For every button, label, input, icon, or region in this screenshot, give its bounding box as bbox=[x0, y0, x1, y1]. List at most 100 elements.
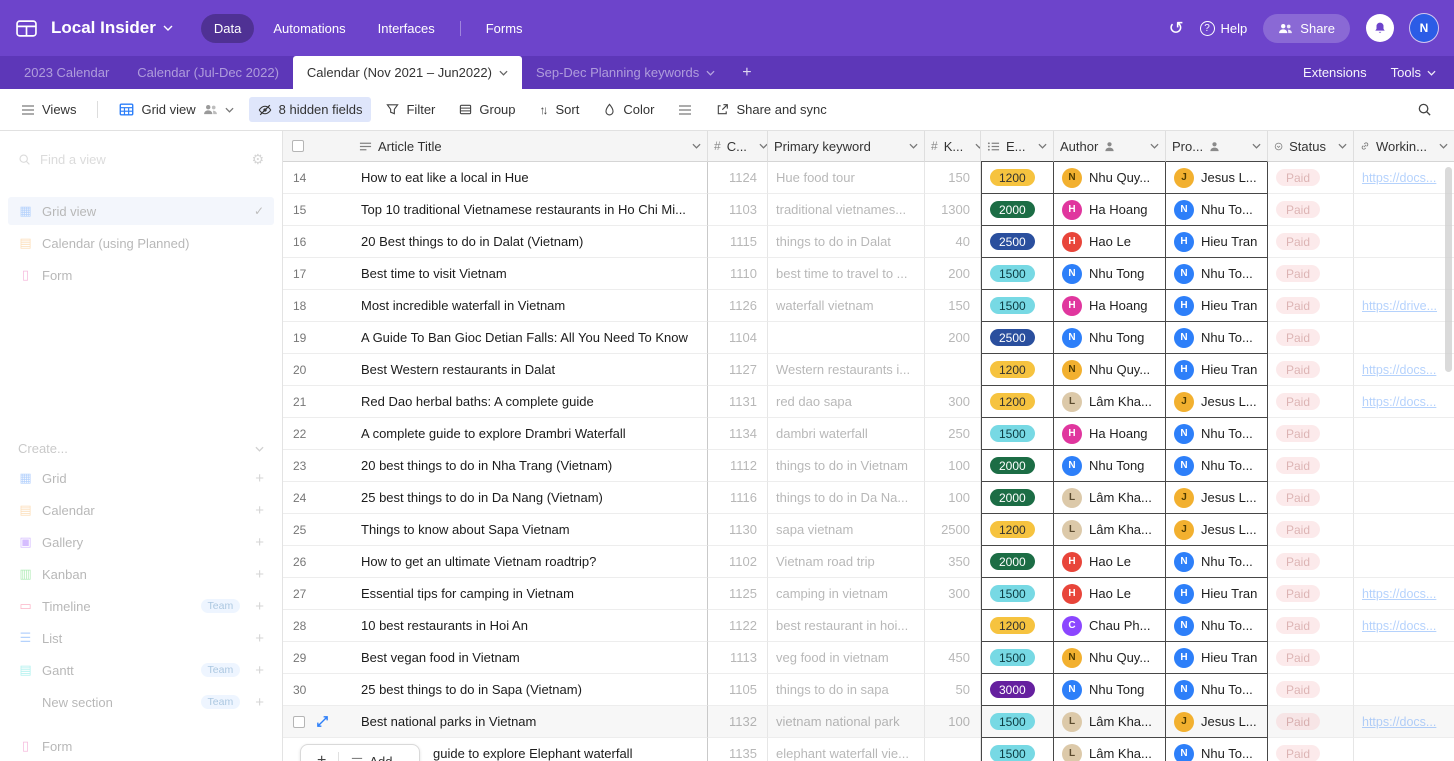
status-cell[interactable]: Paid bbox=[1268, 546, 1354, 578]
add-multiple-rows-button[interactable]: Add... bbox=[339, 754, 415, 761]
primary-keyword-cell[interactable]: Western restaurants i... bbox=[768, 354, 925, 386]
author-cell[interactable]: CChau Ph... bbox=[1054, 610, 1166, 642]
column-header-author[interactable]: Author bbox=[1054, 131, 1166, 162]
keyword-volume-cell[interactable]: 100 bbox=[925, 706, 981, 738]
pro-cell[interactable]: HHieu Tran bbox=[1166, 642, 1268, 674]
vertical-scrollbar[interactable] bbox=[1445, 167, 1452, 372]
tools-button[interactable]: Tools bbox=[1391, 65, 1436, 80]
working-doc-cell[interactable] bbox=[1354, 482, 1454, 514]
count-cell[interactable]: 1103 bbox=[708, 194, 768, 226]
status-cell[interactable]: Paid bbox=[1268, 194, 1354, 226]
add-view-icon[interactable]: + bbox=[255, 598, 264, 615]
primary-keyword-cell[interactable]: Vietnam road trip bbox=[768, 546, 925, 578]
table-row[interactable]: 14 How to eat like a local in Hue 1124 H… bbox=[283, 162, 1454, 194]
pro-cell[interactable]: HHieu Tran bbox=[1166, 290, 1268, 322]
pro-cell[interactable]: NNhu To... bbox=[1166, 674, 1268, 706]
sidebar-item-grid-view[interactable]: ▦ Grid view ✓ bbox=[8, 197, 274, 225]
pro-cell[interactable]: NNhu To... bbox=[1166, 194, 1268, 226]
sidebar-item-list[interactable]: ☰ List + bbox=[8, 624, 274, 652]
table-row[interactable]: 19 A Guide To Ban Gioc Detian Falls: All… bbox=[283, 322, 1454, 354]
keyword-volume-cell[interactable]: 450 bbox=[925, 642, 981, 674]
article-title-cell[interactable]: How to eat like a local in Hue bbox=[353, 162, 708, 194]
group-button[interactable]: Group bbox=[450, 97, 524, 122]
article-title-cell[interactable]: A complete guide to explore Drambri Wate… bbox=[353, 418, 708, 450]
row-number-cell[interactable]: 17 bbox=[283, 258, 353, 290]
table-tab[interactable]: 2023 Calendar bbox=[10, 56, 123, 89]
pro-cell[interactable]: JJesus L... bbox=[1166, 386, 1268, 418]
primary-keyword-cell[interactable]: things to do in Dalat bbox=[768, 226, 925, 258]
article-title-cell[interactable]: Best national parks in Vietnam bbox=[353, 706, 708, 738]
keyword-volume-cell[interactable]: 250 bbox=[925, 418, 981, 450]
primary-keyword-cell[interactable]: waterfall vietnam bbox=[768, 290, 925, 322]
extensions-button[interactable]: Extensions bbox=[1303, 65, 1367, 80]
pro-cell[interactable]: NNhu To... bbox=[1166, 322, 1268, 354]
status-cell[interactable]: Paid bbox=[1268, 226, 1354, 258]
status-cell[interactable]: Paid bbox=[1268, 674, 1354, 706]
working-doc-cell[interactable] bbox=[1354, 642, 1454, 674]
primary-keyword-cell[interactable]: things to do in sapa bbox=[768, 674, 925, 706]
keyword-volume-cell[interactable]: 300 bbox=[925, 578, 981, 610]
table-row[interactable]: 16 20 Best things to do in Dalat (Vietna… bbox=[283, 226, 1454, 258]
status-cell[interactable]: Paid bbox=[1268, 162, 1354, 194]
article-title-cell[interactable]: Most incredible waterfall in Vietnam bbox=[353, 290, 708, 322]
table-row[interactable]: 18 Most incredible waterfall in Vietnam … bbox=[283, 290, 1454, 322]
e-select-cell[interactable]: 2000 bbox=[981, 194, 1054, 226]
gear-icon[interactable]: ⚙ bbox=[251, 151, 264, 168]
status-cell[interactable]: Paid bbox=[1268, 450, 1354, 482]
e-select-cell[interactable]: 1500 bbox=[981, 642, 1054, 674]
row-number-cell[interactable]: 21 bbox=[283, 386, 353, 418]
e-select-cell[interactable]: 1500 bbox=[981, 706, 1054, 738]
row-number-cell[interactable]: 27 bbox=[283, 578, 353, 610]
author-cell[interactable]: NNhu Quy... bbox=[1054, 162, 1166, 194]
keyword-volume-cell[interactable] bbox=[925, 738, 981, 761]
count-cell[interactable]: 1134 bbox=[708, 418, 768, 450]
keyword-volume-cell[interactable]: 2500 bbox=[925, 514, 981, 546]
author-cell[interactable]: NNhu Tong bbox=[1054, 450, 1166, 482]
row-number-cell[interactable]: 15 bbox=[283, 194, 353, 226]
search-icon[interactable] bbox=[1417, 102, 1432, 117]
count-cell[interactable]: 1116 bbox=[708, 482, 768, 514]
add-view-icon[interactable]: + bbox=[255, 694, 264, 711]
e-select-cell[interactable]: 2000 bbox=[981, 450, 1054, 482]
table-row[interactable]: 23 20 best things to do in Nha Trang (Vi… bbox=[283, 450, 1454, 482]
author-cell[interactable]: HHa Hoang bbox=[1054, 290, 1166, 322]
primary-keyword-cell[interactable]: vietnam national park bbox=[768, 706, 925, 738]
working-doc-link[interactable]: https://docs... bbox=[1362, 715, 1436, 729]
working-doc-link[interactable]: https://drive... bbox=[1362, 299, 1437, 313]
primary-keyword-cell[interactable] bbox=[768, 322, 925, 354]
row-number-cell[interactable]: 14 bbox=[283, 162, 353, 194]
primary-keyword-cell[interactable]: Hue food tour bbox=[768, 162, 925, 194]
count-cell[interactable]: 1135 bbox=[708, 738, 768, 761]
article-title-cell[interactable]: How to get an ultimate Vietnam roadtrip? bbox=[353, 546, 708, 578]
sidebar-item-form[interactable]: ▯ Form bbox=[8, 261, 274, 289]
add-table-button[interactable]: + bbox=[729, 56, 764, 89]
add-view-icon[interactable]: + bbox=[255, 566, 264, 583]
column-header-c[interactable]: # C... bbox=[708, 131, 768, 162]
sidebar-item-grid[interactable]: ▦ Grid + bbox=[8, 464, 274, 492]
table-row[interactable]: 30 25 best things to do in Sapa (Vietnam… bbox=[283, 674, 1454, 706]
views-button[interactable]: Views bbox=[12, 97, 85, 122]
status-cell[interactable]: Paid bbox=[1268, 386, 1354, 418]
pro-cell[interactable]: JJesus L... bbox=[1166, 162, 1268, 194]
sidebar-item-calendar-using-planned-[interactable]: ▤ Calendar (using Planned) bbox=[8, 229, 274, 257]
count-cell[interactable]: 1113 bbox=[708, 642, 768, 674]
e-select-cell[interactable]: 1500 bbox=[981, 418, 1054, 450]
keyword-volume-cell[interactable]: 150 bbox=[925, 290, 981, 322]
row-number-cell[interactable]: 28 bbox=[283, 610, 353, 642]
author-cell[interactable]: NNhu Quy... bbox=[1054, 642, 1166, 674]
pro-cell[interactable]: JJesus L... bbox=[1166, 482, 1268, 514]
article-title-cell[interactable]: A Guide To Ban Gioc Detian Falls: All Yo… bbox=[353, 322, 708, 354]
author-cell[interactable]: LLâm Kha... bbox=[1054, 706, 1166, 738]
add-view-icon[interactable]: + bbox=[255, 534, 264, 551]
article-title-cell[interactable]: Best vegan food in Vietnam bbox=[353, 642, 708, 674]
e-select-cell[interactable]: 1200 bbox=[981, 386, 1054, 418]
create-section-header[interactable]: Create... bbox=[8, 441, 274, 464]
expand-record-icon[interactable] bbox=[316, 715, 329, 728]
table-row[interactable]: guide to explore Elephant waterfall 1135… bbox=[283, 738, 1454, 761]
row-number-cell[interactable]: 19 bbox=[283, 322, 353, 354]
pro-cell[interactable]: HHieu Tran bbox=[1166, 226, 1268, 258]
find-view-input[interactable]: Find a view ⚙ bbox=[8, 145, 274, 173]
sidebar-item-gallery[interactable]: ▣ Gallery + bbox=[8, 528, 274, 556]
author-cell[interactable]: HHao Le bbox=[1054, 546, 1166, 578]
primary-keyword-cell[interactable]: things to do in Vietnam bbox=[768, 450, 925, 482]
